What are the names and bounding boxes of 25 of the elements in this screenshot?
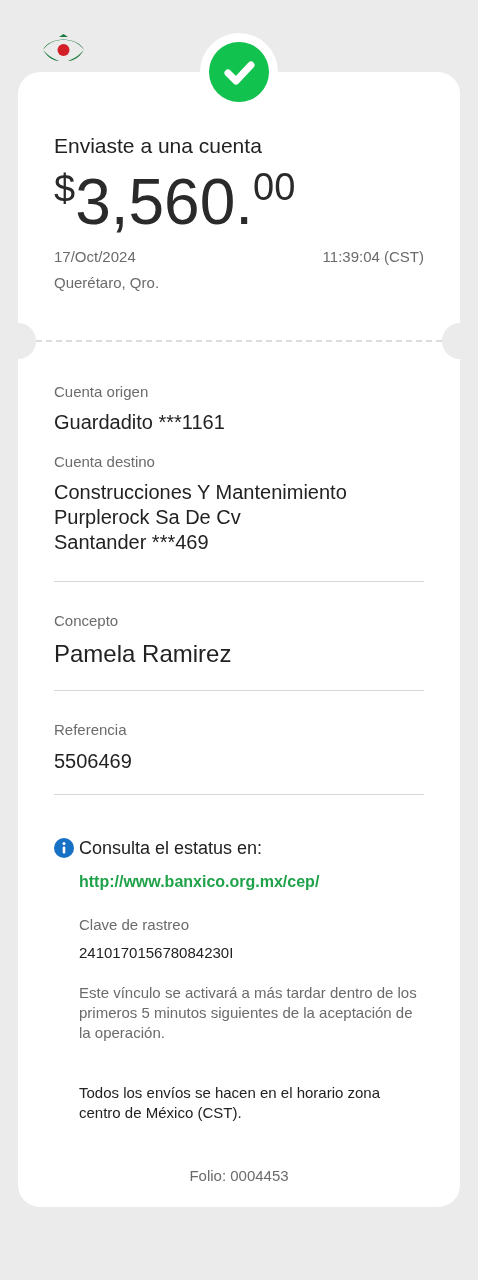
ticket-notch bbox=[442, 322, 460, 359]
field-label: Cuenta destino bbox=[54, 452, 156, 472]
status-link[interactable]: http://www.banxico.org.mx/cep/ bbox=[79, 869, 424, 894]
tracking-label: Clave de rastreo bbox=[79, 914, 191, 935]
field-value: 5506469 bbox=[54, 748, 133, 774]
field-value: Construcciones Y Mantenimiento Purplerock Sa De Cv bbox=[54, 479, 348, 530]
field-label: Cuenta origen bbox=[54, 381, 150, 402]
activation-note: Este vínculo se activará a más tardar dentro de los primeros 5 minutos siguientes de la aceptación de la operación. bbox=[79, 982, 418, 1043]
field-value: Santander ***469 bbox=[54, 529, 210, 555]
logo-icon bbox=[41, 34, 86, 62]
field-label: Referencia bbox=[54, 720, 128, 740]
check-icon bbox=[209, 42, 269, 102]
timezone-note: Todos los envíos se hacen en el horario zona centro de México (CST). bbox=[79, 1082, 382, 1123]
field-value: Guardadito ***1161 bbox=[54, 410, 226, 435]
field-label: Concepto bbox=[54, 610, 120, 631]
status-text: Consulta el estatus en: bbox=[79, 836, 263, 860]
folio: Folio: 0004453 bbox=[188, 1165, 290, 1186]
time: 11:39:04 (CST) bbox=[322, 246, 424, 267]
location: Querétaro, Qro. bbox=[54, 273, 161, 293]
title: Enviaste a una cuenta bbox=[54, 133, 263, 159]
info-icon bbox=[54, 838, 74, 858]
ticket-notch bbox=[18, 322, 36, 359]
date: 17/Oct/2024 bbox=[54, 246, 136, 267]
tracking-code: 241017015678084230I bbox=[79, 943, 235, 963]
field-value: Pamela Ramirez bbox=[54, 639, 233, 669]
